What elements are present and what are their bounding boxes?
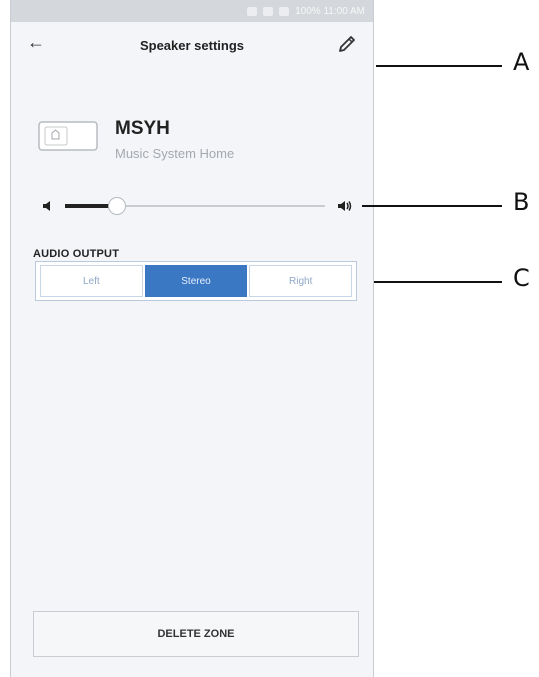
callout-line-c xyxy=(374,281,502,283)
top-bar: ← Speaker settings xyxy=(11,22,373,70)
audio-output-right[interactable]: Right xyxy=(249,265,353,297)
signal-icon xyxy=(279,6,290,16)
audio-output-selector: Left Stereo Right xyxy=(35,261,357,301)
audio-output-stereo[interactable]: Stereo xyxy=(144,265,248,297)
callout-label-b: B xyxy=(513,188,530,216)
status-text: 100% 11:00 AM xyxy=(295,5,365,17)
speaker-icon xyxy=(38,121,98,151)
callout-line-b xyxy=(362,205,502,207)
volume-thumb[interactable] xyxy=(108,197,126,215)
volume-slider[interactable] xyxy=(35,196,355,216)
page-title: Speaker settings xyxy=(139,38,245,53)
callout-line-a xyxy=(376,65,502,67)
edit-pencil-icon[interactable] xyxy=(335,32,359,56)
volume-high-icon xyxy=(338,201,352,211)
volume-low-icon xyxy=(43,201,50,211)
alarm-icon xyxy=(247,6,258,16)
phone-screen: 100% 11:00 AM ← Speaker settings MSYH Mu… xyxy=(10,0,374,677)
audio-output-left[interactable]: Left xyxy=(40,265,143,297)
audio-output-label: AUDIO OUTPUT xyxy=(33,248,120,260)
speaker-subtitle: Music System Home xyxy=(115,146,235,161)
wifi-icon xyxy=(263,6,274,16)
speaker-name: MSYH xyxy=(115,118,170,139)
callout-label-a: A xyxy=(513,48,530,76)
delete-zone-button[interactable]: DELETE ZONE xyxy=(33,611,359,657)
callout-label-c: C xyxy=(513,264,530,292)
status-bar: 100% 11:00 AM xyxy=(11,0,373,22)
